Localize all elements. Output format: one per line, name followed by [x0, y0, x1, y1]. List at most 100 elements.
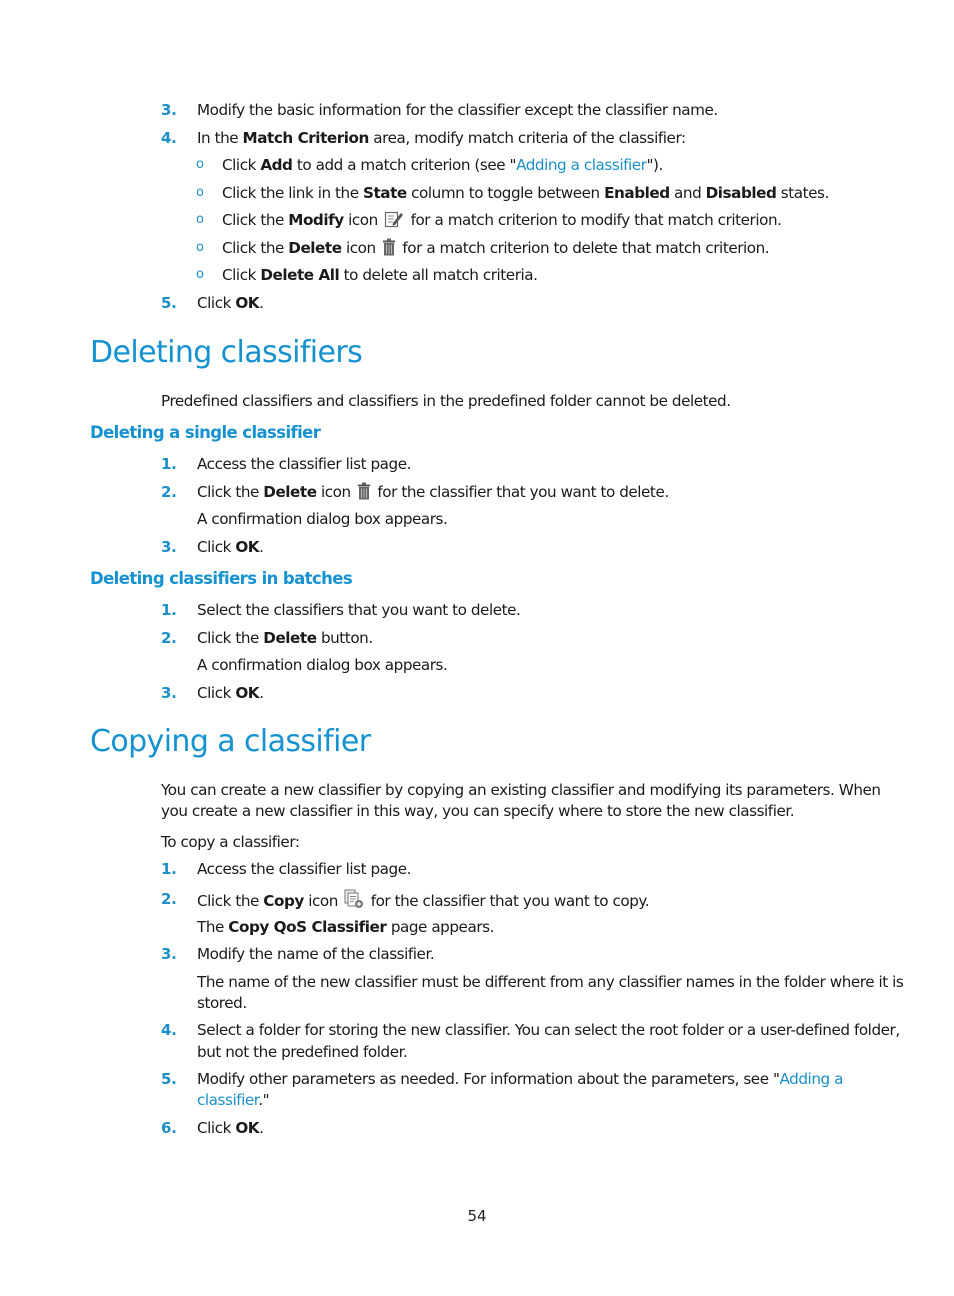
bullet-icon: o: [196, 185, 204, 200]
text: button.: [316, 629, 373, 647]
ui-term: Match Criterion: [242, 129, 370, 147]
step-text: Click the Delete icon for the classifier…: [197, 482, 669, 505]
step-number: 5.: [161, 294, 177, 312]
link-adding-classifier[interactable]: Adding a classifier: [516, 156, 647, 174]
ui-term: Delete All: [260, 266, 340, 284]
text: icon: [316, 483, 351, 501]
ui-term: Enabled: [604, 184, 670, 202]
text: icon: [341, 239, 376, 257]
step-number: 4.: [161, 1021, 177, 1039]
text: for the classifier that you want to dele…: [373, 483, 669, 501]
text: .: [259, 1119, 264, 1137]
step-text: Access the classifier list page.: [197, 455, 411, 473]
text: for the classifier that you want to copy…: [366, 892, 650, 910]
text: ").: [646, 156, 663, 174]
sub-item: Click Add to add a match criterion (see …: [222, 155, 663, 175]
step-text: Click OK.: [197, 1118, 264, 1138]
text: Click the link in the: [222, 184, 363, 202]
section-heading-copying: Copying a classifier: [90, 724, 371, 759]
text: Click: [197, 684, 236, 702]
text: for a match criterion to delete that mat…: [398, 239, 770, 257]
text: .": [258, 1091, 270, 1109]
ui-term: OK: [235, 538, 260, 556]
text: Click: [197, 538, 236, 556]
step-text: Click OK.: [197, 683, 264, 703]
section-intro: Predefined classifiers and classifiers i…: [161, 392, 731, 410]
step-number: 2.: [161, 629, 177, 647]
step-note: A confirmation dialog box appears.: [197, 510, 448, 528]
step-number: 1.: [161, 601, 177, 619]
page-number: 54: [467, 1207, 487, 1225]
text: Click: [222, 266, 261, 284]
link-adding-classifier[interactable]: classifier: [197, 1091, 259, 1109]
trash-icon: [382, 238, 396, 261]
text: Click: [197, 294, 236, 312]
step-text: Click the Copy icon for the classifier t…: [197, 889, 650, 914]
subsection-heading-batches: Deleting classifiers in batches: [90, 569, 353, 588]
step-text-line: Modify other parameters as needed. For i…: [197, 1069, 843, 1089]
text: area, modify match criteria of the class…: [368, 129, 686, 147]
trash-icon: [357, 482, 371, 505]
text: icon: [343, 211, 378, 229]
step-number: 1.: [161, 455, 177, 473]
step-text: Click OK.: [197, 293, 264, 313]
step-text: Modify the basic information for the cla…: [197, 101, 718, 119]
step-text: Select the classifiers that you want to …: [197, 601, 521, 619]
step-number: 2.: [161, 890, 177, 908]
link-adding-classifier[interactable]: Adding a: [780, 1070, 844, 1088]
bullet-icon: o: [196, 240, 204, 255]
ui-term: OK: [235, 684, 260, 702]
copy-icon: [344, 889, 364, 914]
text: Click the: [197, 483, 264, 501]
step-number: 3.: [161, 101, 177, 119]
text: The: [197, 918, 229, 936]
text: .: [259, 684, 264, 702]
bullet-icon: o: [196, 267, 204, 282]
ui-term: OK: [235, 294, 260, 312]
document-page: 3. Modify the basic information for the …: [0, 0, 954, 1296]
step-text-line: Select a folder for storing the new clas…: [197, 1021, 900, 1039]
text: states.: [776, 184, 830, 202]
section-intro-line: you create a new classifier in this way,…: [161, 802, 795, 820]
ui-term: Copy QoS Classifier: [228, 918, 387, 936]
step-number: 3.: [161, 945, 177, 963]
ui-term: State: [362, 184, 407, 202]
text: In the: [197, 129, 243, 147]
section-intro-line: You can create a new classifier by copyi…: [161, 781, 881, 799]
step-text: In the Match Criterion area, modify matc…: [197, 128, 686, 148]
text: Modify other parameters as needed. For i…: [197, 1070, 780, 1088]
text: to add a match criterion (see ": [292, 156, 517, 174]
step-number: 2.: [161, 483, 177, 501]
ui-term: Add: [260, 156, 293, 174]
step-number: 3.: [161, 684, 177, 702]
sub-item: Click the Modify icon for a match criter…: [222, 210, 782, 233]
text: Click the: [222, 211, 289, 229]
section-heading-deleting: Deleting classifiers: [90, 335, 363, 370]
step-text: Click OK.: [197, 537, 264, 557]
sub-item: Click the link in the State column to to…: [222, 183, 829, 203]
text: Click the: [197, 892, 264, 910]
text: Click: [222, 156, 261, 174]
text: page appears.: [386, 918, 495, 936]
sub-item: Click the Delete icon for a match criter…: [222, 238, 770, 261]
step-number: 3.: [161, 538, 177, 556]
step-text-line: but not the predefined folder.: [197, 1043, 408, 1061]
text: column to toggle between: [406, 184, 605, 202]
step-number: 1.: [161, 860, 177, 878]
text: .: [259, 294, 264, 312]
step-note-line: stored.: [197, 994, 247, 1012]
text: Click the: [197, 629, 264, 647]
text: for a match criterion to modify that mat…: [406, 211, 782, 229]
step-note: A confirmation dialog box appears.: [197, 656, 448, 674]
ui-term: Delete: [263, 483, 317, 501]
text: Click the: [222, 239, 289, 257]
step-text: Modify the name of the classifier.: [197, 945, 435, 963]
ui-term: Delete: [263, 629, 317, 647]
step-note-line: The name of the new classifier must be d…: [197, 973, 904, 991]
text: icon: [303, 892, 338, 910]
procedure-lead: To copy a classifier:: [161, 833, 300, 851]
step-text-line: classifier.": [197, 1090, 270, 1110]
text: and: [669, 184, 706, 202]
text: Click: [197, 1119, 236, 1137]
step-text: Click the Delete button.: [197, 628, 373, 648]
